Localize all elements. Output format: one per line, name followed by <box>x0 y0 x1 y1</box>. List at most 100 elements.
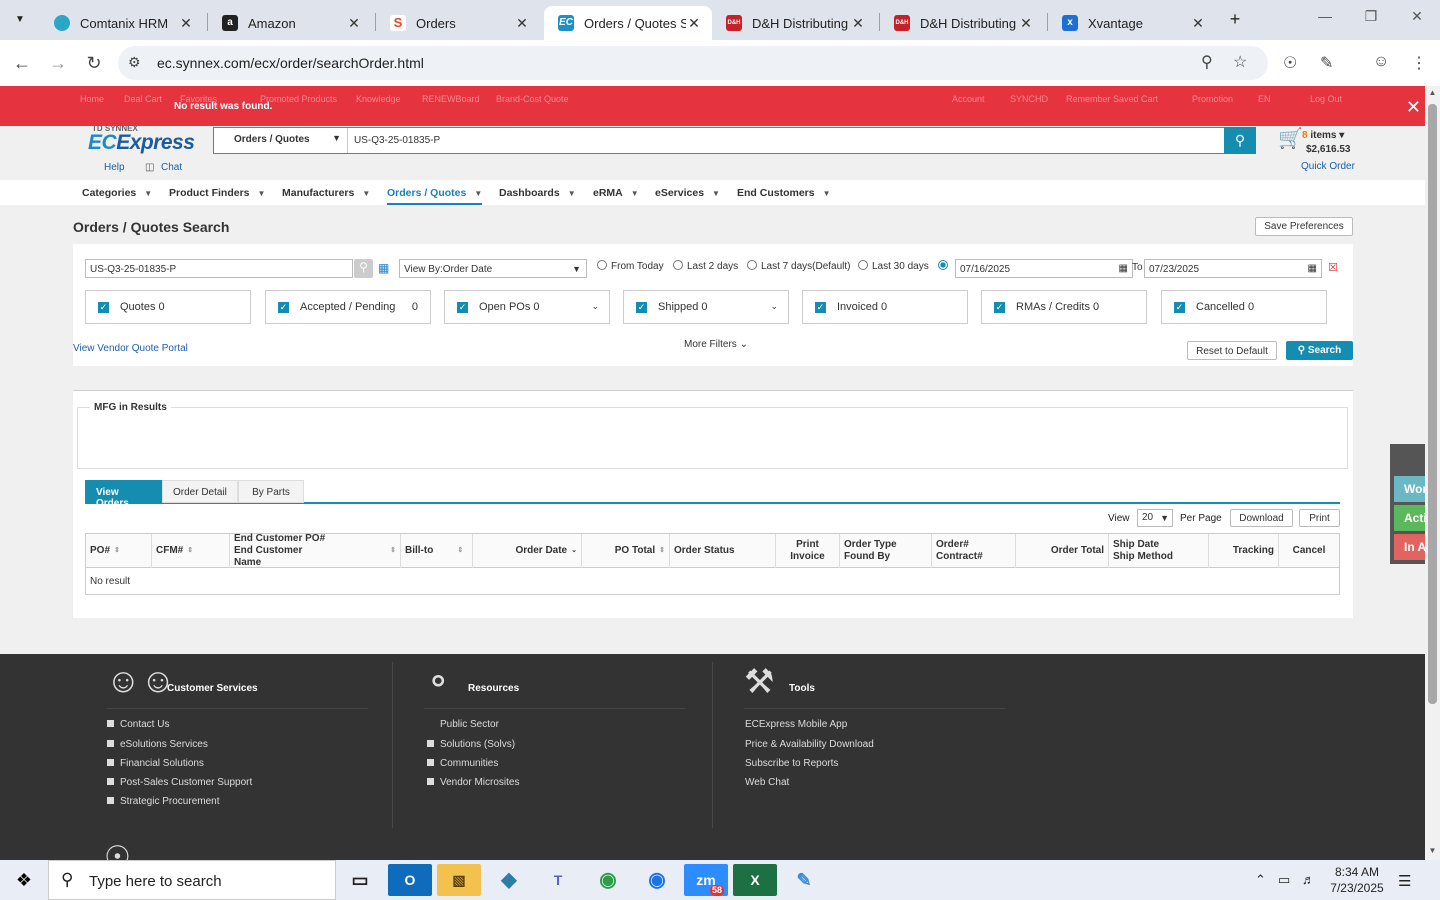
status-working[interactable]: Worki <box>1394 476 1425 502</box>
radio-last-2-days[interactable]: Last 2 days <box>673 260 738 272</box>
search-input[interactable]: US-Q3-25-01835-P <box>354 135 440 146</box>
tab-view-orders[interactable]: View Orders <box>85 480 162 509</box>
volume-icon[interactable]: ♬ <box>1302 872 1315 887</box>
footer-link[interactable]: Contact Us <box>107 719 169 730</box>
browser-tab[interactable]: D&H D&H Distributing ✕ <box>712 6 876 40</box>
vendor-quote-portal-link[interactable]: View Vendor Quote Portal <box>73 343 188 354</box>
status-inactive[interactable]: In Acti <box>1394 534 1425 560</box>
help-link[interactable]: Help <box>104 162 125 173</box>
browser-tab[interactable]: Comtanix HRM ✕ <box>40 6 204 40</box>
cart-summary[interactable]: 8 items ▾ <box>1302 130 1344 141</box>
network-icon[interactable]: ▭ <box>1278 872 1290 888</box>
per-page-select[interactable]: 20 ▼ <box>1137 509 1173 527</box>
chevron-down-icon[interactable]: ⌄ <box>591 301 599 312</box>
footer-link[interactable]: Strategic Procurement <box>107 796 220 807</box>
menu-erma[interactable]: eRMA ▼ <box>593 187 639 199</box>
col-order-date[interactable]: Order Date ⌄ <box>473 534 582 568</box>
footer-link[interactable]: Vendor Microsites <box>427 777 519 788</box>
col-bill-to[interactable]: Bill-to ⇕ <box>401 534 473 568</box>
chat-link[interactable]: Chat <box>161 162 182 173</box>
radio-custom-range[interactable] <box>938 260 952 272</box>
radio-from-today[interactable]: From Today <box>597 260 664 272</box>
download-button[interactable]: Download <box>1230 509 1293 527</box>
status-filter-invoiced[interactable]: ✓ Invoiced 0 <box>802 290 968 324</box>
address-bar[interactable]: ⚙ ec.synnex.com/ecx/order/searchOrder.ht… <box>118 46 1268 80</box>
more-filters-toggle[interactable]: More Filters ⌄ <box>674 334 759 354</box>
close-icon[interactable]: ✕ <box>1406 97 1421 118</box>
menu-end-customers[interactable]: End Customers ▼ <box>737 187 831 199</box>
close-icon[interactable]: ✕ <box>346 15 362 32</box>
outlook-icon[interactable]: O <box>388 864 432 896</box>
notepad-icon[interactable]: ✎ <box>782 864 826 896</box>
radio-last-7-days[interactable]: Last 7 days(Default) <box>747 260 851 272</box>
search-icon[interactable]: ⚲ <box>354 259 373 278</box>
status-filter-rmas[interactable]: ✓ RMAs / Credits 0 <box>981 290 1147 324</box>
new-tab-button[interactable]: + <box>1224 8 1246 30</box>
more-menu-icon[interactable]: ⋮ <box>1411 53 1427 73</box>
tray-chevron-icon[interactable]: ⌃ <box>1255 872 1266 888</box>
browser-tab[interactable]: a Amazon ✕ <box>208 6 372 40</box>
reload-button[interactable]: ↻ <box>82 51 106 75</box>
chevron-down-icon[interactable]: ⌄ <box>770 301 778 312</box>
radio-last-30-days[interactable]: Last 30 days <box>858 260 929 272</box>
footer-link[interactable]: Web Chat <box>745 777 789 788</box>
browser-tab[interactable]: S Orders ✕ <box>376 6 540 40</box>
scroll-down-icon[interactable]: ▼ <box>1427 846 1438 855</box>
browser-tab[interactable]: D&H D&H Distributing ✕ <box>880 6 1044 40</box>
menu-product-finders[interactable]: Product Finders ▼ <box>169 187 265 199</box>
order-search-input[interactable]: US-Q3-25-01835-P <box>85 259 353 278</box>
close-icon[interactable]: ✕ <box>850 15 866 32</box>
status-filter-cancelled[interactable]: ✓ Cancelled 0 <box>1161 290 1327 324</box>
calendar-icon[interactable]: ▦ <box>1308 263 1317 274</box>
cart-icon[interactable]: 🛒 <box>1278 126 1303 151</box>
teams-icon[interactable]: T <box>536 864 580 896</box>
menu-categories[interactable]: Categories ▼ <box>82 187 152 199</box>
tab-order-detail[interactable]: Order Detail <box>162 480 238 503</box>
status-filter-accepted[interactable]: ✓ Accepted / Pending 0 <box>265 290 431 324</box>
menu-manufacturers[interactable]: Manufacturers ▼ <box>282 187 370 199</box>
date-to-input[interactable]: 07/23/2025 ▦ <box>1144 259 1322 278</box>
reset-default-button[interactable]: Reset to Default <box>1187 341 1277 360</box>
chrome-icon[interactable]: ◉ <box>586 864 630 896</box>
quick-order-link[interactable]: Quick Order <box>1301 161 1355 172</box>
print-button[interactable]: Print <box>1299 509 1340 527</box>
restore-button[interactable]: ❐ <box>1356 8 1386 30</box>
tab-search-chevron-icon[interactable]: ▼ <box>8 8 32 32</box>
close-icon[interactable]: ✕ <box>178 15 194 32</box>
close-icon[interactable]: ✕ <box>1018 15 1034 32</box>
bookmark-star-icon[interactable]: ☆ <box>1233 52 1247 72</box>
footer-link[interactable]: Subscribe to Reports <box>745 758 838 769</box>
page-scrollbar[interactable]: ▲ ▼ <box>1425 86 1440 860</box>
site-info-icon[interactable]: ⚙ <box>128 54 141 71</box>
browser-tab-active[interactable]: EC Orders / Quotes Se ✕ <box>544 6 712 40</box>
search-scope-select[interactable]: Orders / Quotes ▼ <box>214 128 348 153</box>
tab-by-parts[interactable]: By Parts <box>238 480 304 503</box>
excel-icon[interactable]: X <box>733 864 777 896</box>
footer-link[interactable]: Post-Sales Customer Support <box>107 777 252 788</box>
calendar-icon[interactable]: ▦ <box>1119 263 1128 274</box>
status-active[interactable]: Active <box>1394 505 1425 531</box>
chat-icon[interactable]: ◫ <box>145 162 154 173</box>
taskbar-search[interactable]: ⚲ Type here to search <box>48 860 336 900</box>
zoom-icon[interactable]: zm 58 <box>684 864 728 896</box>
notifications-icon[interactable]: ☰ <box>1398 872 1411 890</box>
status-filter-quotes[interactable]: ✓ Quotes 0 <box>85 290 251 324</box>
clear-dates-icon[interactable]: ☒ <box>1328 261 1338 274</box>
scroll-thumb[interactable] <box>1428 104 1437 704</box>
col-order-status[interactable]: Order Status <box>670 534 776 568</box>
footer-link[interactable]: Communities <box>427 758 498 769</box>
status-filter-shipped[interactable]: ✓ Shipped 0 ⌄ <box>623 290 789 324</box>
extensions-puzzle-icon[interactable]: ✎ <box>1320 53 1333 73</box>
footer-link[interactable]: Price & Availability Download <box>745 739 874 750</box>
footer-link[interactable]: Financial Solutions <box>107 758 204 769</box>
back-button[interactable]: ← <box>10 51 34 75</box>
footer-link[interactable]: eSolutions Services <box>107 739 208 750</box>
search-button[interactable]: ⚲ Search <box>1286 341 1353 360</box>
col-po[interactable]: PO# ⇕ <box>86 534 152 568</box>
globe-extension-icon[interactable]: ☉ <box>1283 53 1297 73</box>
system-clock[interactable]: 8:34 AM 7/23/2025 <box>1330 864 1384 896</box>
windows-start-icon[interactable]: ❖ <box>0 860 48 900</box>
chrome-profile-icon[interactable]: ◉ <box>635 864 679 896</box>
task-view-icon[interactable]: ▭ <box>338 864 382 896</box>
menu-eservices[interactable]: eServices ▼ <box>655 187 720 199</box>
